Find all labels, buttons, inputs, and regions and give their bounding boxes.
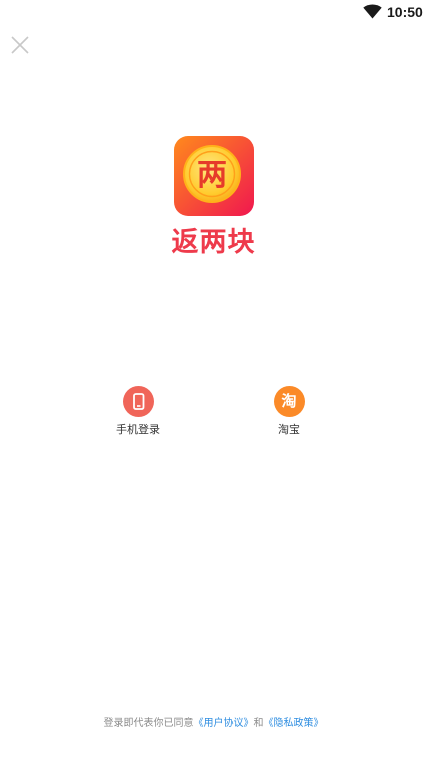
user-agreement-link[interactable]: 《用户协议》 <box>194 718 254 729</box>
app-logo: 两 <box>174 136 254 216</box>
privacy-policy-link[interactable]: 《隐私政策》 <box>264 718 324 729</box>
phone-login-label: 手机登录 <box>116 423 160 436</box>
agreement-prefix: 登录即代表你已同意 <box>103 718 194 729</box>
phone-login-icon-circle <box>122 386 154 417</box>
close-icon <box>11 36 29 54</box>
agreement-text: 登录即代表你已同意《用户协议》和《隐私政策》 <box>0 717 427 731</box>
taobao-glyph: 淘 <box>281 392 297 410</box>
phone-login-button[interactable]: 手机登录 <box>98 386 178 437</box>
app-name: 返两块 <box>171 227 256 258</box>
taobao-login-button[interactable]: 淘 淘宝 <box>249 386 329 437</box>
status-bar: 10:50 <box>0 0 427 24</box>
logo-char: 两 <box>197 158 227 193</box>
agreement-and: 和 <box>253 718 264 729</box>
status-time: 10:50 <box>387 4 423 20</box>
taobao-icon: 淘 <box>273 386 305 417</box>
taobao-login-label: 淘宝 <box>278 423 300 436</box>
wifi-icon <box>363 4 382 19</box>
close-button[interactable] <box>9 34 31 56</box>
phone-icon <box>132 393 144 410</box>
